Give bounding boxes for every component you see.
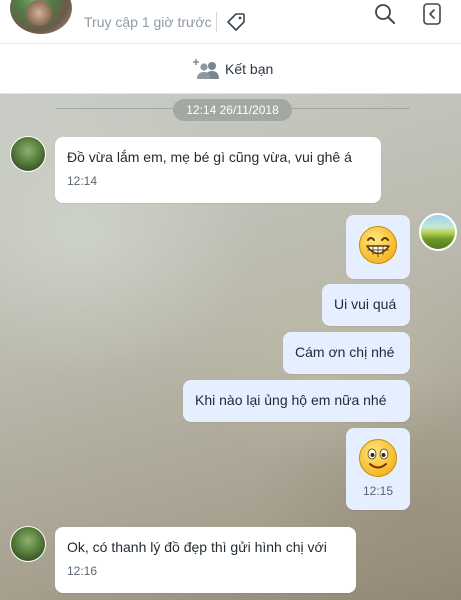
message-text: Khi nào lại ủng hộ em nữa nhé <box>195 392 387 408</box>
grinning-emoji-icon <box>359 226 397 264</box>
message-text: Cám ơn chị nhé <box>295 344 395 360</box>
smiling-emoji-icon <box>359 439 397 477</box>
message-text: Ok, có thanh lý đồ đẹp thì gửi hình chị … <box>67 539 327 555</box>
search-icon[interactable] <box>374 3 396 25</box>
my-avatar[interactable] <box>419 213 457 251</box>
panel-toggle-icon[interactable] <box>422 2 442 26</box>
add-friend-button[interactable]: Kết bạn <box>192 56 273 82</box>
tag-icon[interactable] <box>226 12 246 32</box>
message-time: 12:14 <box>67 174 98 188</box>
message-bubble-outgoing[interactable]: Cám ơn chị nhé <box>283 332 410 374</box>
message-bubble-outgoing[interactable]: Ui vui quá <box>322 284 410 326</box>
contact-message-avatar[interactable] <box>10 136 46 172</box>
message-bubble-outgoing-emoji[interactable] <box>346 215 410 279</box>
chat-header: Truy cập 1 giờ trước <box>0 0 461 44</box>
message-time: 12:15 <box>362 484 394 498</box>
add-friend-bar: Kết bạn <box>0 44 461 94</box>
message-bubble-outgoing[interactable]: Khi nào lại ủng hộ em nữa nhé <box>183 380 410 422</box>
message-time: 12:16 <box>67 564 98 578</box>
contact-message-avatar[interactable] <box>10 526 46 562</box>
message-bubble-incoming[interactable]: Ok, có thanh lý đồ đẹp thì gửi hình chị … <box>55 527 356 593</box>
date-separator: 12:14 26/11/2018 <box>173 99 292 121</box>
add-friend-icon <box>193 59 219 79</box>
contact-avatar[interactable] <box>10 0 72 34</box>
message-bubble-incoming[interactable]: Đồ vừa lắm em, mẹ bé gì cũng vừa, vui gh… <box>55 137 381 203</box>
message-text: Ui vui quá <box>334 296 397 312</box>
header-divider <box>216 12 217 32</box>
message-text: Đồ vừa lắm em, mẹ bé gì cũng vừa, vui gh… <box>67 149 352 165</box>
last-seen-status: Truy cập 1 giờ trước <box>84 14 212 30</box>
add-friend-label: Kết bạn <box>225 61 274 77</box>
chat-messages-area[interactable]: 12:14 26/11/2018 Đồ vừa lắm em, mẹ bé gì… <box>0 94 461 600</box>
message-bubble-outgoing-emoji[interactable]: 12:15 <box>346 428 410 510</box>
